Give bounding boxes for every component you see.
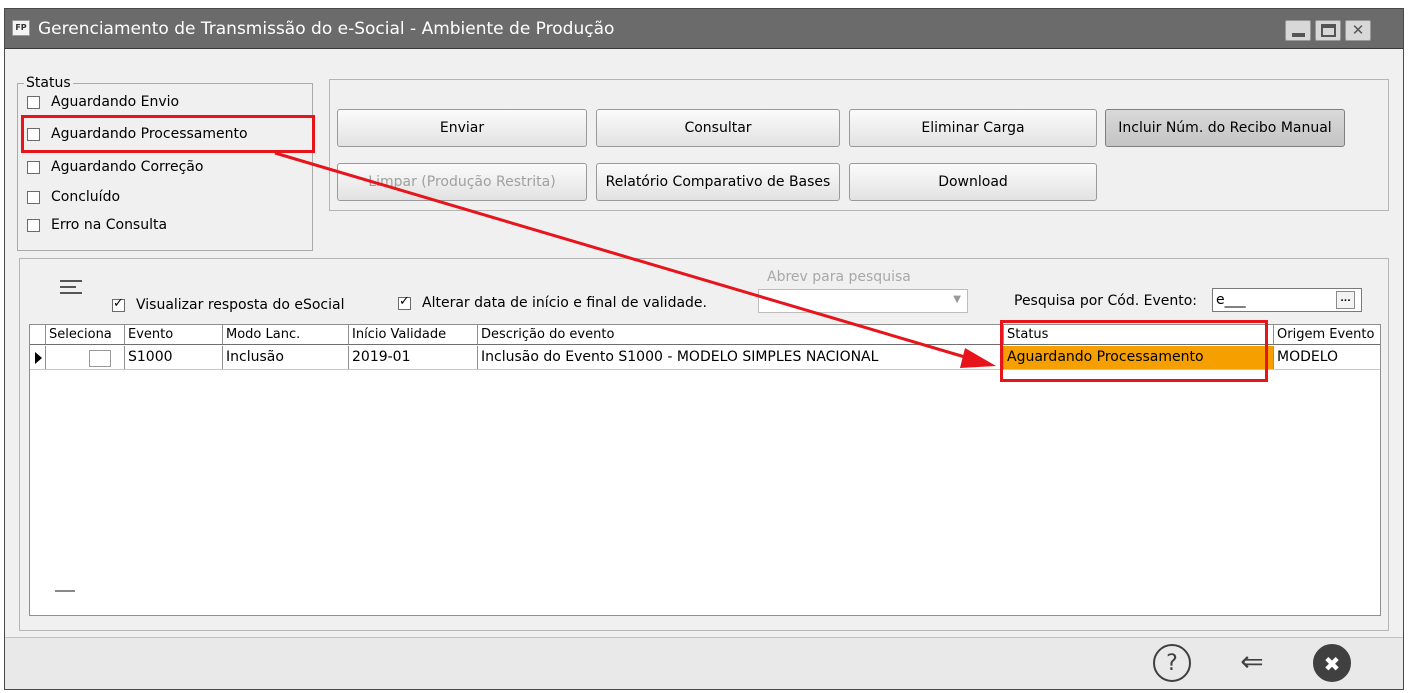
window-title: Gerenciamento de Transmissão do e-Social… bbox=[38, 19, 615, 39]
checkbox[interactable] bbox=[27, 127, 40, 141]
relatorio-button[interactable]: Relatório Comparativo de Bases bbox=[596, 163, 840, 201]
action-buttons-panel: Enviar Consultar Eliminar Carga Incluir … bbox=[329, 79, 1389, 211]
title-bar: FP Gerenciamento de Transmissão do e-Soc… bbox=[5, 9, 1403, 49]
checkbox[interactable] bbox=[27, 160, 40, 174]
grid-header: Seleciona Evento Modo Lanc. Início Valid… bbox=[30, 325, 1380, 345]
checkbox[interactable] bbox=[27, 190, 40, 204]
pesquisa-evento-input[interactable]: e___ ... bbox=[1212, 288, 1362, 312]
col-status[interactable]: Status bbox=[1004, 325, 1274, 344]
visualizar-label: Visualizar resposta do eSocial bbox=[136, 297, 345, 313]
back-arrow-icon[interactable]: ⇐ bbox=[1233, 644, 1271, 682]
pesquisa-label: Pesquisa por Cód. Evento: bbox=[1014, 293, 1197, 309]
enviar-button[interactable]: Enviar bbox=[337, 109, 587, 147]
checkbox[interactable] bbox=[27, 218, 40, 232]
alterar-validade-toggle[interactable]: Alterar data de início e final de valida… bbox=[398, 294, 707, 311]
minimize-button[interactable] bbox=[1285, 20, 1311, 41]
visualizar-resposta-toggle[interactable]: Visualizar resposta do eSocial bbox=[112, 296, 345, 313]
row-indicator-cell bbox=[30, 346, 46, 369]
filter-label: Concluído bbox=[51, 189, 121, 205]
checkbox[interactable] bbox=[112, 296, 125, 312]
abrev-label: Abrev para pesquisa bbox=[767, 269, 911, 285]
filter-label: Erro na Consulta bbox=[51, 217, 168, 233]
row-select-checkbox[interactable] bbox=[89, 350, 111, 367]
bottom-bar: ? ⇐ ✖ bbox=[5, 637, 1403, 689]
app-icon: FP bbox=[12, 20, 30, 36]
main-window: FP Gerenciamento de Transmissão do e-Soc… bbox=[4, 8, 1404, 690]
pesquisa-value: e___ bbox=[1216, 292, 1246, 308]
checkbox[interactable] bbox=[27, 95, 40, 109]
cell-inicio: 2019-01 bbox=[349, 346, 478, 369]
indicator-header bbox=[30, 325, 46, 344]
col-inicio-validade[interactable]: Início Validade bbox=[349, 325, 478, 344]
filter-label: Aguardando Correção bbox=[51, 159, 204, 175]
incluir-recibo-button[interactable]: Incluir Núm. do Recibo Manual bbox=[1105, 109, 1345, 147]
help-icon[interactable]: ? bbox=[1153, 644, 1191, 682]
close-icon: ✕ bbox=[1351, 21, 1365, 39]
alterar-label: Alterar data de início e final de valida… bbox=[422, 295, 707, 311]
table-row[interactable]: S1000 Inclusão 2019-01 Inclusão do Event… bbox=[30, 346, 1380, 370]
filter-concluido[interactable]: Concluído bbox=[27, 189, 120, 205]
close-window-button[interactable]: ✕ bbox=[1345, 20, 1371, 41]
filter-label: Aguardando Envio bbox=[51, 94, 180, 110]
chevron-down-icon: ▼ bbox=[953, 294, 961, 305]
row-select-cell bbox=[46, 346, 125, 369]
filter-aguardando-correcao[interactable]: Aguardando Correção bbox=[27, 159, 203, 175]
filter-settings-icon[interactable] bbox=[60, 276, 84, 296]
minimize-icon bbox=[1292, 33, 1305, 37]
col-seleciona[interactable]: Seleciona bbox=[46, 325, 125, 344]
pesquisa-ellipsis-button[interactable]: ... bbox=[1336, 291, 1355, 309]
cell-status: Aguardando Processamento bbox=[1004, 346, 1274, 369]
col-evento[interactable]: Evento bbox=[125, 325, 223, 344]
cell-descricao: Inclusão do Evento S1000 - MODELO SIMPLE… bbox=[478, 346, 1004, 369]
filter-aguardando-envio[interactable]: Aguardando Envio bbox=[27, 94, 179, 110]
checkbox[interactable] bbox=[398, 294, 411, 310]
cell-evento: S1000 bbox=[125, 346, 223, 369]
maximize-icon bbox=[1321, 24, 1336, 37]
status-group-legend: Status bbox=[26, 75, 71, 91]
exit-icon[interactable]: ✖ bbox=[1313, 644, 1351, 682]
eliminar-carga-button[interactable]: Eliminar Carga bbox=[849, 109, 1097, 147]
cell-modo: Inclusão bbox=[223, 346, 349, 369]
col-modo-lanc[interactable]: Modo Lanc. bbox=[223, 325, 349, 344]
filter-erro-consulta[interactable]: Erro na Consulta bbox=[27, 217, 167, 233]
col-origem-evento[interactable]: Origem Evento bbox=[1274, 325, 1380, 344]
cell-origem: MODELO bbox=[1277, 349, 1339, 365]
grid-footer-indicator bbox=[55, 590, 75, 592]
events-panel: Visualizar resposta do eSocial Alterar d… bbox=[19, 258, 1389, 631]
limpar-button[interactable]: Limpar (Produção Restrita) bbox=[337, 163, 587, 201]
filter-aguardando-processamento[interactable]: Aguardando Processamento bbox=[27, 126, 248, 142]
download-button[interactable]: Download bbox=[849, 163, 1097, 201]
events-grid: Seleciona Evento Modo Lanc. Início Valid… bbox=[29, 324, 1381, 616]
abrev-select[interactable]: ▼ bbox=[758, 289, 968, 313]
row-pointer-icon bbox=[35, 352, 42, 364]
consultar-button[interactable]: Consultar bbox=[596, 109, 840, 147]
col-descricao[interactable]: Descrição do evento bbox=[478, 325, 1004, 344]
filter-label: Aguardando Processamento bbox=[51, 126, 248, 142]
maximize-button[interactable] bbox=[1315, 20, 1341, 41]
